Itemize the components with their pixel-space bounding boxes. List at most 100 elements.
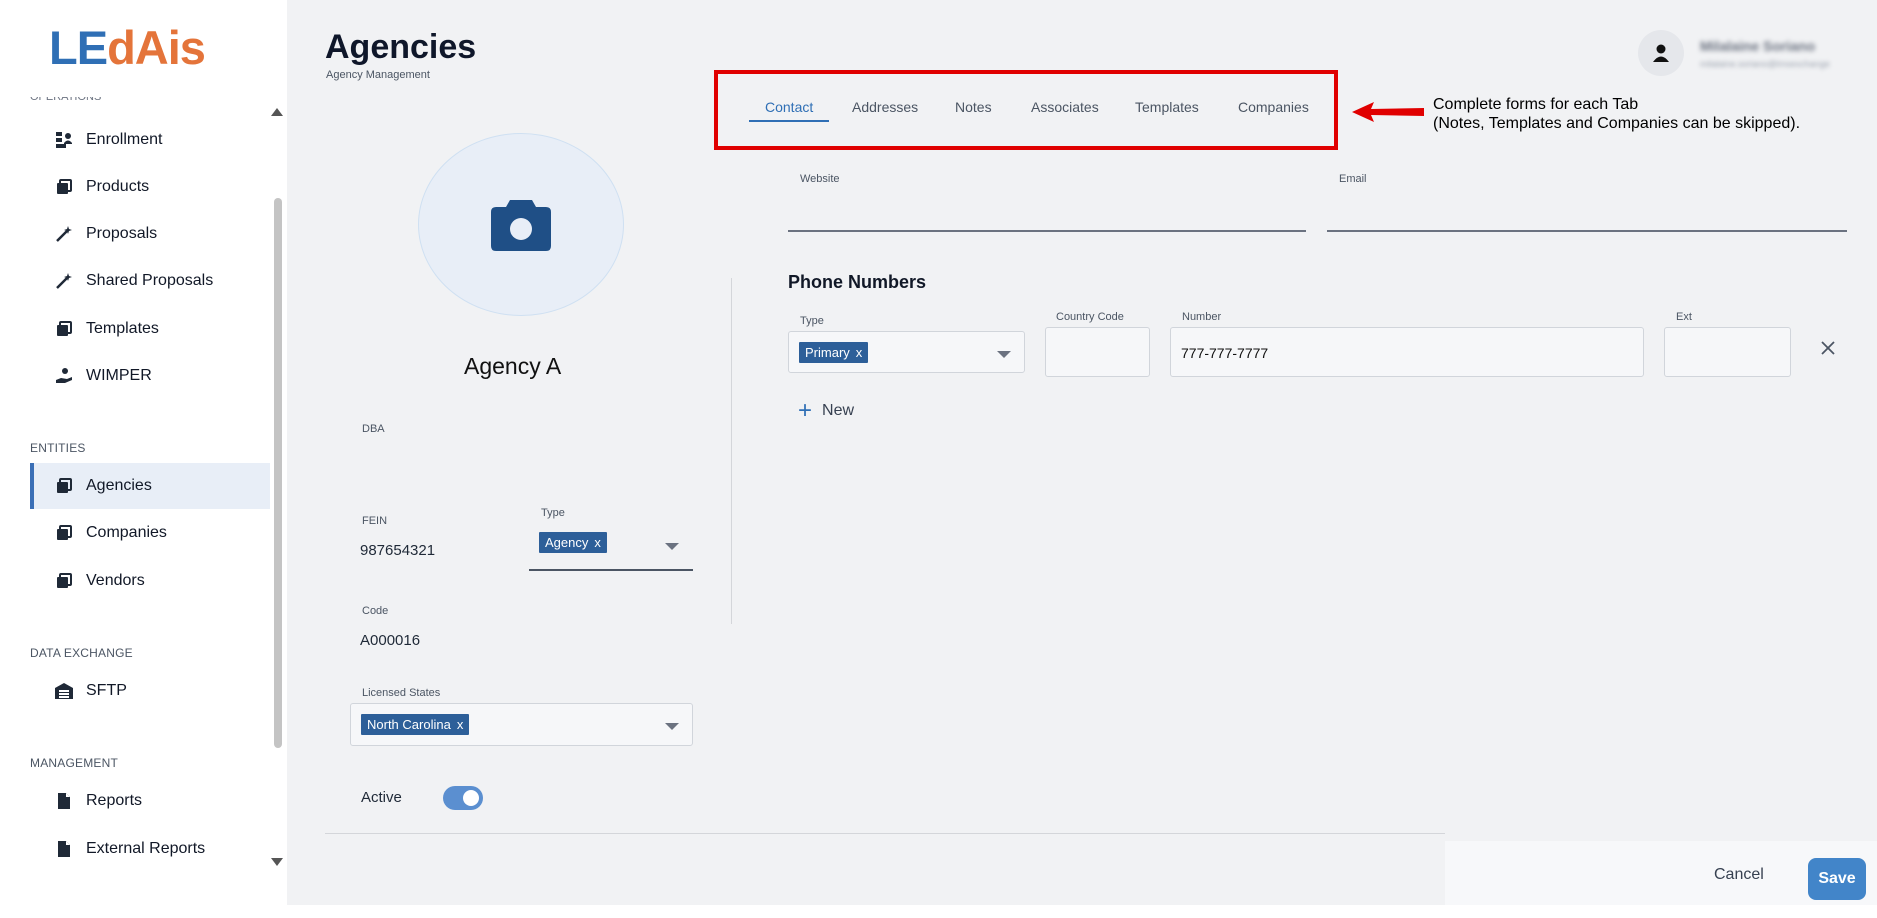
phone-number-input[interactable]: 777-777-7777	[1170, 327, 1644, 377]
tab-notes[interactable]: Notes	[955, 99, 992, 115]
annotation-line-1: Complete forms for each Tab	[1433, 96, 1639, 113]
website-input[interactable]	[788, 200, 1306, 230]
tab-associates[interactable]: Associates	[1031, 99, 1099, 115]
tab-companies[interactable]: Companies	[1238, 99, 1309, 115]
sidebar-item-label: Vendors	[86, 572, 145, 589]
toggle-knob	[463, 790, 479, 806]
active-toggle[interactable]	[443, 786, 483, 810]
dba-field[interactable]	[360, 440, 690, 464]
sidebar-item-external-reports[interactable]: External Reports	[30, 826, 270, 872]
sidebar-item-products[interactable]: Products	[30, 164, 270, 210]
agency-photo-upload[interactable]	[418, 133, 624, 316]
user-email: milalaine.soriano@lmsexchange	[1700, 59, 1830, 69]
country-code-label: Country Code	[1056, 311, 1124, 323]
annotation-arrow-icon	[1352, 102, 1424, 122]
sidebar-item-label: Companies	[86, 524, 167, 541]
cancel-button[interactable]: Cancel	[1714, 866, 1764, 884]
footer-divider	[325, 833, 1445, 834]
sidebar-item-label: WIMPER	[86, 367, 152, 384]
agency-name: Agency A	[464, 353, 562, 379]
warehouse-icon	[54, 681, 74, 701]
chevron-down-icon[interactable]	[665, 723, 679, 730]
licensed-states-label: Licensed States	[362, 687, 441, 699]
enrollment-icon	[54, 130, 74, 150]
type-label: Type	[541, 507, 565, 519]
licensed-states-select[interactable]: North Carolina x	[350, 703, 693, 746]
annotation-line-2: (Notes, Templates and Companies can be s…	[1433, 115, 1801, 132]
hand-coin-icon	[54, 366, 74, 386]
sidebar-item-label: Shared Proposals	[86, 272, 214, 289]
email-input[interactable]	[1327, 200, 1847, 230]
sidebar-item-reports[interactable]: Reports	[30, 778, 270, 824]
sidebar-item-enrollment[interactable]: Enrollment	[30, 117, 270, 163]
add-phone-button[interactable]: + New	[798, 397, 854, 424]
sidebar-item-label: Agencies	[86, 477, 152, 494]
remove-chip-icon[interactable]: x	[594, 535, 601, 550]
folder-stack-icon	[54, 523, 74, 543]
phone-type-label: Type	[800, 315, 824, 327]
fein-label: FEIN	[362, 515, 388, 527]
magic-wand-icon	[54, 271, 74, 291]
sidebar-item-sftp[interactable]: SFTP	[30, 668, 270, 714]
scroll-down-arrow-icon[interactable]	[271, 858, 283, 866]
sidebar-item-label: External Reports	[86, 840, 206, 857]
active-label: Active	[361, 789, 402, 806]
sidebar-item-label: Templates	[86, 320, 159, 337]
type-chip[interactable]: Agency x	[539, 532, 607, 553]
number-label: Number	[1182, 311, 1222, 323]
sidebar-scrollbar[interactable]	[274, 198, 282, 748]
sidebar-item-label: Enrollment	[86, 131, 163, 148]
panel-divider	[731, 278, 732, 624]
sidebar-item-companies[interactable]: Companies	[30, 510, 270, 556]
save-button[interactable]: Save	[1808, 858, 1866, 900]
sidebar-item-proposals[interactable]: Proposals	[30, 211, 270, 257]
plus-icon: +	[798, 397, 813, 424]
website-underline	[788, 230, 1306, 232]
folder-stack-icon	[54, 476, 74, 496]
avatar[interactable]	[1638, 30, 1684, 76]
state-chip[interactable]: North Carolina x	[361, 714, 470, 735]
ext-input[interactable]	[1664, 327, 1791, 377]
remove-chip-icon[interactable]: x	[457, 717, 464, 732]
chevron-down-icon[interactable]	[665, 543, 679, 550]
sidebar-item-label: Reports	[86, 792, 143, 809]
tab-addresses[interactable]: Addresses	[852, 99, 918, 115]
tab-contact[interactable]: Contact	[765, 99, 813, 115]
sidebar-item-agencies[interactable]: Agencies	[30, 463, 270, 509]
tab-templates[interactable]: Templates	[1135, 99, 1199, 115]
bottom-edge	[0, 905, 1877, 918]
page-subtitle: Agency Management	[326, 69, 430, 81]
sidebar-item-templates[interactable]: Templates	[30, 306, 270, 352]
folder-stack-icon	[54, 177, 74, 197]
sidebar-item-label: SFTP	[86, 682, 127, 699]
close-icon[interactable]	[1820, 340, 1836, 356]
email-label: Email	[1339, 173, 1367, 185]
ext-label: Ext	[1676, 311, 1692, 323]
email-underline	[1327, 230, 1847, 232]
section-label-data-exchange: DATA EXCHANGE	[30, 646, 133, 660]
magic-wand-icon	[54, 224, 74, 244]
ledais-logo[interactable]: LEdAis	[49, 20, 206, 75]
country-code-input[interactable]	[1045, 327, 1150, 377]
folder-stack-icon	[54, 319, 74, 339]
camera-icon	[491, 199, 551, 251]
remove-chip-icon[interactable]: x	[856, 345, 863, 360]
chevron-down-icon[interactable]	[997, 351, 1011, 358]
user-name: Milalaine Soriano	[1700, 38, 1816, 54]
code-label: Code	[362, 605, 389, 617]
phone-type-chip[interactable]: Primary x	[799, 342, 869, 363]
sidebar-item-shared-proposals[interactable]: Shared Proposals	[30, 258, 270, 304]
scroll-up-arrow-icon[interactable]	[271, 108, 283, 116]
user-icon	[1653, 44, 1669, 62]
code-field[interactable]: A000016	[360, 632, 420, 649]
sidebar-item-wimper[interactable]: WIMPER	[30, 353, 270, 399]
phone-numbers-heading: Phone Numbers	[788, 272, 927, 292]
phone-type-select[interactable]: Primary x	[788, 331, 1025, 373]
agency-type-select[interactable]: Agency x	[529, 525, 693, 571]
section-label-entities: ENTITIES	[30, 441, 86, 455]
sidebar-item-label: Products	[86, 178, 150, 195]
sidebar-item-vendors[interactable]: Vendors	[30, 558, 270, 604]
website-label: Website	[800, 173, 840, 185]
fein-field[interactable]: 987654321	[360, 542, 435, 559]
document-icon	[54, 839, 74, 859]
